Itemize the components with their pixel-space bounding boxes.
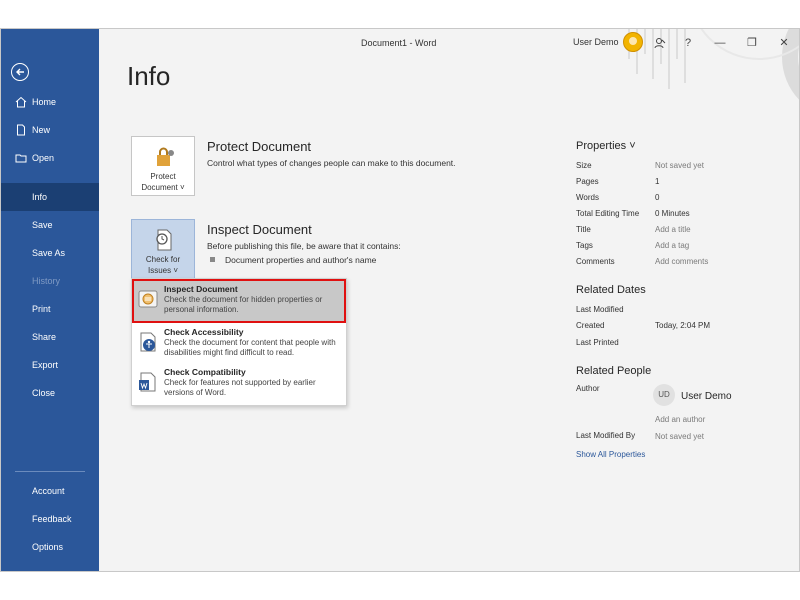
home-icon xyxy=(15,96,27,108)
nav-label: Save As xyxy=(32,248,66,258)
nav-label: History xyxy=(32,276,61,286)
nav-account[interactable]: Account xyxy=(1,477,99,505)
user-avatar[interactable] xyxy=(623,32,643,52)
nav-history: History xyxy=(1,267,99,295)
protect-label-2: Document ˅ xyxy=(141,183,185,192)
prop-label: Title xyxy=(576,225,591,234)
nav-label: Account xyxy=(32,486,65,496)
tags-field[interactable]: Add a tag xyxy=(655,241,689,250)
nav-new[interactable]: New xyxy=(1,116,99,144)
add-author-field[interactable]: Add an author xyxy=(655,415,705,424)
prop-label: Comments xyxy=(576,257,615,266)
properties-header[interactable]: Properties ˅ xyxy=(576,140,636,152)
inspect-desc: Before publishing this file, be aware th… xyxy=(207,241,401,251)
word-window: Home New Open Info Save Save As History … xyxy=(0,28,800,572)
back-arrow-icon[interactable] xyxy=(11,63,29,81)
issues-label-1: Check for xyxy=(145,255,181,264)
prop-label: Total Editing Time xyxy=(576,209,640,218)
nav-label: Share xyxy=(32,332,57,342)
nav-info[interactable]: Info xyxy=(1,183,99,211)
backstage-sidebar: Home New Open Info Save Save As History … xyxy=(1,29,99,571)
nav-share[interactable]: Share xyxy=(1,323,99,351)
nav-label: Close xyxy=(32,388,56,398)
title-field[interactable]: Add a title xyxy=(655,225,691,234)
nav-feedback[interactable]: Feedback xyxy=(1,505,99,533)
nav-export[interactable]: Export xyxy=(1,351,99,379)
prop-label: Last Printed xyxy=(576,338,619,347)
sidebar-divider xyxy=(15,471,85,472)
prop-label: Size xyxy=(576,161,592,170)
prop-label: Pages xyxy=(576,177,599,186)
prop-label: Words xyxy=(576,193,599,202)
prop-value: 0 Minutes xyxy=(655,209,690,218)
issues-label-2: Issues ˅ xyxy=(147,266,178,275)
close-icon[interactable]: ✕ xyxy=(773,33,795,53)
protect-title: Protect Document xyxy=(207,139,312,154)
menu-check-compatibility[interactable]: Check Compatibility Check for features n… xyxy=(132,363,346,403)
inspect-title: Inspect Document xyxy=(207,222,312,237)
nav-label: Options xyxy=(32,542,64,552)
menu-check-accessibility[interactable]: Check Accessibility Check the document f… xyxy=(132,323,346,363)
nav-options[interactable]: Options xyxy=(1,533,99,561)
coauth-icon[interactable] xyxy=(649,33,671,53)
nav-label: Print xyxy=(32,304,51,314)
title-bar: Document1 - Word User Demo ? — ❐ ✕ xyxy=(99,29,799,59)
prop-value: 0 xyxy=(655,193,660,202)
prop-value: Today, 2:04 PM xyxy=(655,321,710,330)
author-name[interactable]: User Demo xyxy=(681,391,732,402)
nav-label: New xyxy=(32,125,51,135)
lock-icon xyxy=(157,147,174,166)
author-avatar[interactable]: UD xyxy=(653,384,675,406)
nav-open[interactable]: Open xyxy=(1,144,99,172)
last-modified-by-label: Last Modified By xyxy=(576,431,636,440)
accessibility-icon xyxy=(140,332,156,352)
comments-field[interactable]: Add comments xyxy=(655,257,708,266)
prop-label: Created xyxy=(576,321,605,330)
document-title: Document1 - Word xyxy=(361,38,437,48)
prop-value: Not saved yet xyxy=(655,161,704,170)
show-all-properties-link[interactable]: Show All Properties xyxy=(576,450,645,459)
nav-label: Save xyxy=(32,220,53,230)
related-dates-header: Related Dates xyxy=(576,284,646,296)
nav-label: Export xyxy=(32,360,59,370)
last-modified-by-value: Not saved yet xyxy=(655,432,704,441)
backstage-main: Document1 - Word User Demo ? — ❐ ✕ Info … xyxy=(99,29,799,571)
prop-label: Last Modified xyxy=(576,305,624,314)
new-doc-icon xyxy=(17,124,25,136)
signed-in-user[interactable]: User Demo xyxy=(573,37,619,47)
menu-item-title: Check Accessibility xyxy=(164,327,244,337)
nav-print[interactable]: Print xyxy=(1,295,99,323)
nav-close[interactable]: Close xyxy=(1,379,99,407)
nav-save-as[interactable]: Save As xyxy=(1,239,99,267)
menu-item-title: Check Compatibility xyxy=(164,367,246,377)
nav-label: Info xyxy=(32,192,48,202)
compatibility-icon xyxy=(139,372,156,392)
related-people-header: Related People xyxy=(576,365,652,377)
nav-save[interactable]: Save xyxy=(1,211,99,239)
check-issues-icon xyxy=(156,229,172,251)
help-icon[interactable]: ? xyxy=(677,33,699,53)
minimize-icon[interactable]: — xyxy=(709,33,731,53)
restore-icon[interactable]: ❐ xyxy=(741,33,763,53)
nav-label: Open xyxy=(32,153,55,163)
nav-home[interactable]: Home xyxy=(1,88,99,116)
bullet-marker xyxy=(210,257,215,262)
folder-icon xyxy=(15,154,27,163)
protect-label-1: Protect xyxy=(150,172,176,181)
author-label: Author xyxy=(576,384,600,393)
protect-document-button[interactable]: Protect Document ˅ xyxy=(131,136,195,196)
inspect-bullet: Document properties and author's name xyxy=(225,255,377,265)
menu-item-desc: Check the document for content that peop… xyxy=(164,338,336,357)
nav-label: Home xyxy=(32,97,57,107)
protect-desc: Control what types of changes people can… xyxy=(207,158,456,168)
highlight-frame xyxy=(132,279,346,323)
page-title: Info xyxy=(127,61,171,91)
prop-label: Tags xyxy=(576,241,593,250)
check-for-issues-button[interactable]: Check for Issues ˅ xyxy=(131,219,195,279)
menu-item-desc: Check for features not supported by earl… xyxy=(164,378,316,397)
prop-value: 1 xyxy=(655,177,660,186)
nav-label: Feedback xyxy=(32,514,72,524)
